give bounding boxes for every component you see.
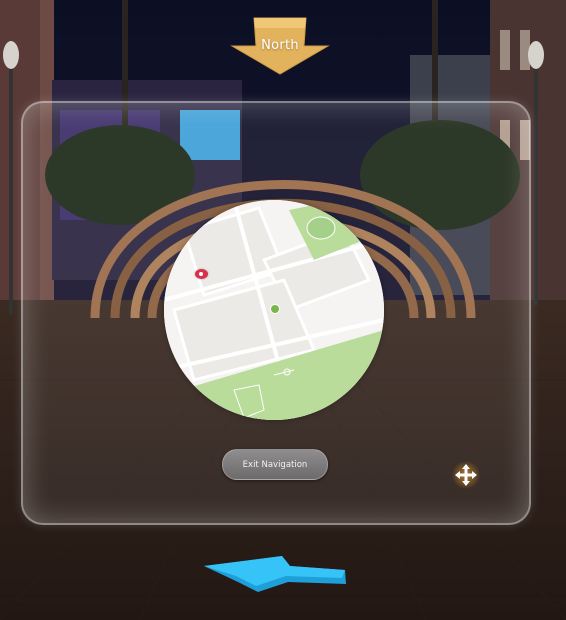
exit-navigation-button[interactable]: Exit Navigation bbox=[222, 449, 328, 480]
map-globe[interactable] bbox=[164, 200, 384, 420]
move-arrows-icon bbox=[455, 464, 477, 486]
direction-arrow-icon bbox=[204, 556, 346, 592]
location-pin-icon[interactable] bbox=[195, 269, 208, 279]
user-location-icon bbox=[270, 304, 280, 314]
move-panel-handle[interactable] bbox=[452, 461, 480, 489]
north-label: North bbox=[261, 38, 299, 53]
north-compass: North bbox=[228, 16, 332, 76]
